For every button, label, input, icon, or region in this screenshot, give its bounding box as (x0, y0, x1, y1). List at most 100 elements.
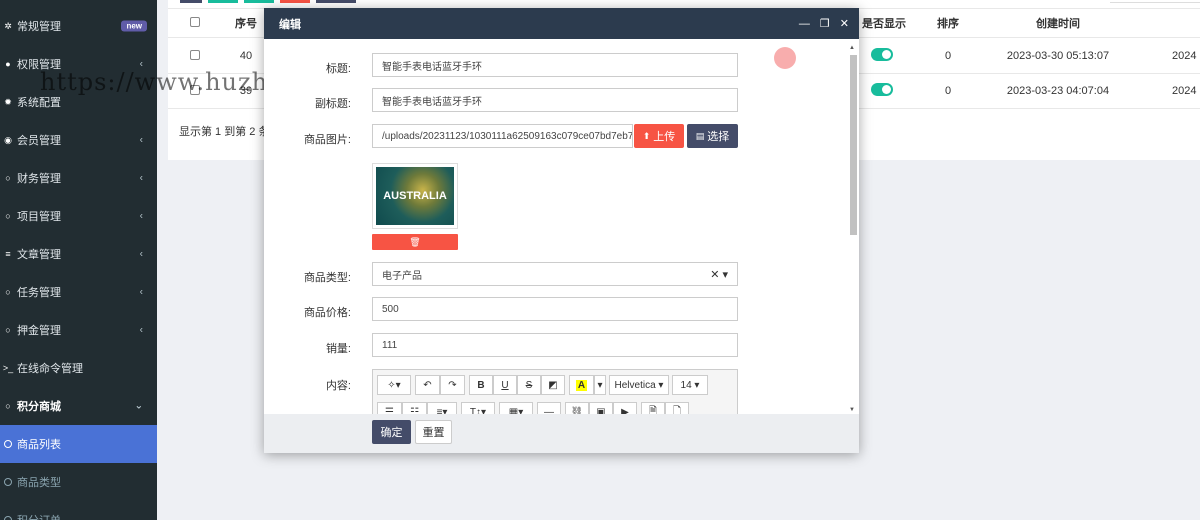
col-show[interactable]: 是否显示 (856, 15, 912, 31)
sidebar-item-member[interactable]: ◉ 会员管理 ‹ (0, 121, 157, 159)
new-badge: new (121, 20, 147, 32)
font-color-icon[interactable]: A (569, 375, 594, 395)
sidebar-item-article[interactable]: ≡ 文章管理 ‹ (0, 235, 157, 273)
sidebar-item-task[interactable]: ○ 任务管理 ‹ (0, 273, 157, 311)
clear-chevron-icon[interactable]: ✕ ▾ (710, 268, 728, 281)
scrollbar-thumb[interactable] (850, 55, 857, 235)
chevron-down-icon[interactable]: ▾ (594, 375, 606, 395)
chevron-left-icon: ‹ (139, 324, 143, 336)
upload-button[interactable]: ⬆ 上传 (634, 124, 684, 148)
product-image-preview[interactable]: AUSTRALIA (372, 163, 458, 229)
magic-wand-icon[interactable]: ✧▾ (377, 375, 411, 395)
circle-icon: ○ (5, 173, 11, 183)
maximize-icon[interactable]: ❐ (820, 17, 830, 30)
file-icon[interactable]: 🗋 (665, 402, 689, 414)
file-image-icon[interactable]: 🗎 (641, 402, 665, 414)
modal-body: 标题: 智能手表电话蓝牙手环 副标题: 智能手表电话蓝牙手环 商品图片: /up… (264, 39, 859, 414)
user-circle-icon: ◉ (4, 134, 12, 145)
link-icon[interactable]: ⛓ (565, 402, 589, 414)
show-toggle[interactable] (871, 83, 893, 99)
cog-icon: ✹ (4, 96, 12, 107)
sidebar-item-general[interactable]: ✲ 常规管理 new (0, 7, 157, 45)
unordered-list-icon[interactable]: ☰ (377, 402, 402, 414)
toolbar-button[interactable] (180, 0, 202, 3)
toolbar-button[interactable] (244, 0, 274, 3)
search-input[interactable] (1110, 0, 1200, 3)
type-select[interactable]: 电子产品 ✕ ▾ (372, 262, 738, 286)
toolbar-button[interactable] (208, 0, 238, 3)
subtitle-input[interactable]: 智能手表电话蓝牙手环 (372, 88, 738, 112)
show-toggle[interactable] (871, 48, 893, 64)
col-created[interactable]: 创建时间 (998, 15, 1118, 31)
choose-button-label: 选择 (707, 131, 730, 143)
sidebar-item-product-type[interactable]: 商品类型 (0, 463, 157, 501)
modal-title: 编辑 (279, 18, 301, 31)
scroll-up-icon[interactable]: ▲ (849, 45, 855, 51)
upload-icon: ⬆ (642, 130, 651, 141)
sidebar-item-deposit[interactable]: ○ 押金管理 ‹ (0, 311, 157, 349)
sidebar-item-label: 商品类型 (17, 477, 61, 489)
align-icon[interactable]: ≡▾ (427, 402, 457, 414)
chevron-left-icon: ‹ (139, 172, 143, 184)
sales-label: 销量: (325, 343, 351, 355)
sidebar-item-label: 会员管理 (17, 135, 61, 147)
cell-extra: 2024 (1172, 85, 1197, 97)
cell-created: 2023-03-30 05:13:07 (1006, 50, 1110, 62)
col-sort[interactable]: 排序 (928, 15, 968, 31)
modal-scrollbar[interactable]: ▲ ▼ (848, 43, 858, 413)
modal-header: 编辑 — ❐ ✕ (264, 8, 859, 39)
title-input[interactable]: 智能手表电话蓝牙手环 (372, 53, 738, 77)
users-icon: ● (5, 59, 11, 69)
delete-image-button[interactable]: 🗑 (372, 234, 458, 250)
row-checkbox[interactable] (190, 49, 200, 63)
ordered-list-icon[interactable]: ☷ (402, 402, 427, 414)
title-label: 标题: (325, 63, 351, 75)
sidebar-item-label: 积分商城 (17, 401, 61, 413)
undo-icon[interactable]: ↶ (415, 375, 440, 395)
close-icon[interactable]: ✕ (840, 17, 849, 30)
bold-icon[interactable]: B (469, 375, 493, 395)
sidebar-item-command[interactable]: >_ 在线命令管理 (0, 349, 157, 387)
circle-icon (4, 478, 12, 486)
subtitle-label: 副标题: (314, 98, 351, 110)
list-icon: ▤ (695, 130, 705, 141)
minimize-icon[interactable]: — (799, 18, 810, 30)
sidebar-item-label: 文章管理 (17, 249, 61, 261)
strikethrough-icon[interactable]: S (517, 375, 541, 395)
sidebar-item-label: 任务管理 (17, 287, 61, 299)
horizontal-rule-icon[interactable]: — (537, 402, 561, 414)
sales-input[interactable]: 111 (372, 333, 738, 357)
toolbar-button[interactable] (316, 0, 356, 3)
font-size-select[interactable]: 14 ▾ (672, 375, 708, 395)
scroll-down-icon[interactable]: ▼ (849, 407, 855, 413)
line-height-icon[interactable]: T↕▾ (461, 402, 495, 414)
image-path-input[interactable]: /uploads/20231123/1030111a62509163c079ce… (372, 124, 633, 148)
circle-icon (4, 440, 12, 448)
reset-button[interactable]: 重置 (415, 420, 452, 444)
eraser-icon[interactable]: ◩ (541, 375, 565, 395)
confirm-button[interactable]: 确定 (372, 420, 411, 444)
select-all-checkbox[interactable] (190, 16, 200, 30)
chevron-left-icon: ‹ (139, 286, 143, 298)
sidebar-item-product-list[interactable]: 商品列表 (0, 425, 157, 463)
sidebar-item-finance[interactable]: ○ 财务管理 ‹ (0, 159, 157, 197)
font-family-select[interactable]: Helvetica ▾ (609, 375, 669, 395)
toolbar-button[interactable] (280, 0, 310, 3)
price-input[interactable]: 500 (372, 297, 738, 321)
choose-button[interactable]: ▤ 选择 (687, 124, 738, 148)
table-icon[interactable]: ▦▾ (499, 402, 533, 414)
image-icon[interactable]: ▣ (589, 402, 613, 414)
chevron-left-icon: ‹ (139, 210, 143, 222)
underline-icon[interactable]: U (493, 375, 517, 395)
sidebar-item-shop[interactable]: ○ 积分商城 ⌄ (0, 387, 157, 425)
sidebar-item-label: 财务管理 (17, 173, 61, 185)
video-icon[interactable]: ▶ (613, 402, 637, 414)
sidebar-item-project[interactable]: ○ 项目管理 ‹ (0, 197, 157, 235)
sidebar-item-label: 积分订单 (17, 512, 61, 520)
modal-footer: 确定 重置 (264, 414, 859, 453)
sidebar-item-label: 商品列表 (17, 439, 61, 451)
sidebar-item-points-order[interactable]: 积分订单 (0, 501, 157, 520)
redo-icon[interactable]: ↷ (440, 375, 465, 395)
col-seq[interactable]: 序号 (226, 15, 266, 31)
type-label: 商品类型: (303, 272, 351, 284)
